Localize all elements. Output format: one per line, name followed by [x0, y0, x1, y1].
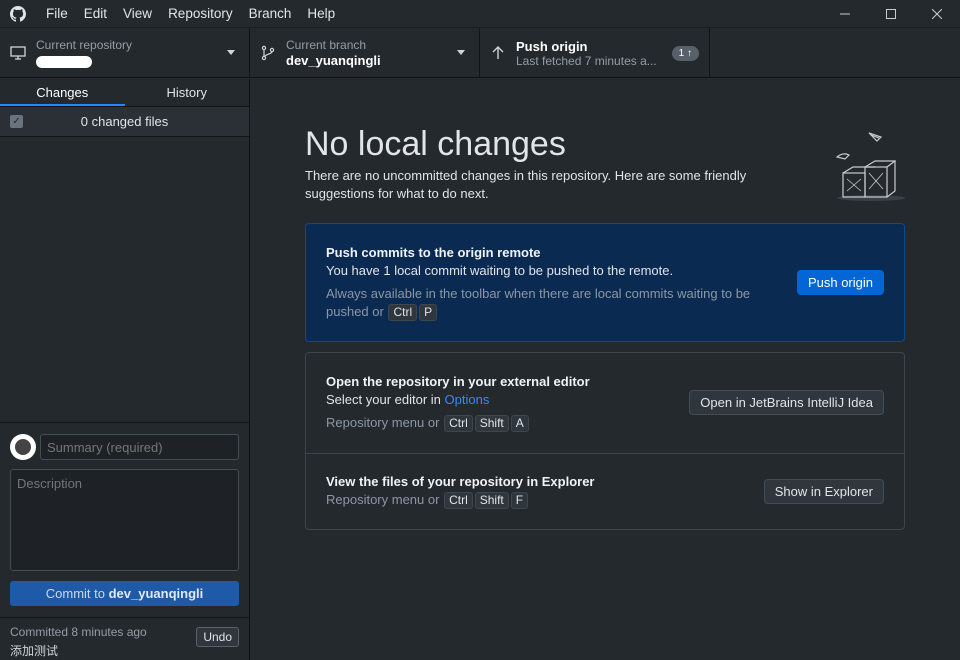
summary-input[interactable] — [40, 434, 239, 460]
github-logo-icon — [10, 5, 26, 22]
push-card-hint: Always available in the toolbar when the… — [326, 285, 776, 321]
editor-card-text: Select your editor in Options — [326, 392, 489, 407]
explorer-card-hint-text: Repository menu or — [326, 492, 440, 507]
editor-card-hint: Repository menu or Ctrl Shift A — [326, 414, 776, 432]
menu-branch[interactable]: Branch — [249, 6, 292, 21]
push-origin-button[interactable]: Push origin — [796, 270, 884, 295]
last-commit-message: 添加测试 — [10, 644, 59, 658]
push-card-text: You have 1 local commit waiting to be pu… — [326, 263, 674, 278]
changed-files-count: 0 changed files — [80, 114, 169, 129]
menu-repository[interactable]: Repository — [168, 6, 233, 21]
arrow-up-icon — [492, 46, 504, 59]
key-f: F — [510, 492, 529, 509]
last-fetched-text: Last fetched 7 minutes a... — [516, 54, 657, 68]
push-origin-label: Push origin — [516, 39, 588, 54]
push-card-title: Push commits to the origin remote — [326, 245, 541, 260]
empty-boxes-illustration — [835, 132, 905, 201]
last-commit-time: Committed 8 minutes ago — [10, 625, 147, 639]
minimize-icon — [840, 13, 850, 15]
key-ctrl: Ctrl — [388, 304, 418, 321]
editor-card-text-prefix: Select your editor in — [326, 392, 441, 407]
undo-button[interactable]: Undo — [196, 627, 239, 647]
commit-button-branch: dev_yuanqingli — [108, 586, 204, 601]
key-a: A — [510, 415, 529, 432]
close-icon — [932, 9, 942, 19]
sidebar-tabs: Changes History — [0, 79, 249, 107]
current-repository-label: Current repository — [36, 38, 133, 52]
key-ctrl: Ctrl — [444, 415, 473, 432]
redacted-repository-name — [36, 56, 92, 68]
description-input[interactable] — [10, 469, 239, 571]
minimize-button[interactable] — [822, 0, 868, 28]
suggestions-card-group: Open the repository in your external edi… — [305, 352, 905, 530]
close-button[interactable] — [914, 0, 960, 28]
menu-view[interactable]: View — [123, 6, 152, 21]
push-origin-toolbar-button[interactable]: Push origin Last fetched 7 minutes a... … — [480, 28, 710, 78]
editor-card-hint-text: Repository menu or — [326, 415, 440, 430]
sidebar: Changes History ✓ 0 changed files Commit… — [0, 79, 250, 660]
maximize-button[interactable] — [868, 0, 914, 28]
page-title: No local changes — [305, 125, 566, 163]
chevron-down-icon — [227, 50, 235, 55]
github-desktop-window: File Edit View Repository Branch Help Cu… — [0, 0, 960, 660]
key-p: P — [419, 304, 438, 321]
select-all-checkbox[interactable]: ✓ — [10, 115, 23, 128]
commit-button-prefix: Commit to — [45, 586, 105, 601]
current-repository-dropdown[interactable]: Current repository — [0, 28, 250, 78]
key-shift: Shift — [474, 492, 509, 509]
page-subtitle: There are no uncommitted changes in this… — [305, 168, 747, 201]
git-branch-icon — [261, 45, 275, 61]
current-branch-label: Current branch — [286, 38, 367, 52]
tab-history[interactable]: History — [125, 79, 250, 106]
menu-file[interactable]: File — [46, 6, 68, 21]
key-ctrl: Ctrl — [444, 492, 473, 509]
explorer-card-hint: Repository menu or Ctrl Shift F — [326, 491, 776, 509]
push-commits-card: Push commits to the origin remote You ha… — [305, 223, 905, 342]
avatar — [10, 434, 36, 460]
current-branch-value: dev_yuanqingli — [286, 53, 381, 68]
tab-changes[interactable]: Changes — [0, 79, 125, 106]
changed-files-header: ✓ 0 changed files — [0, 107, 249, 137]
card-divider — [306, 453, 904, 454]
commit-button[interactable]: Commit to dev_yuanqingli — [10, 581, 239, 606]
computer-icon — [10, 46, 26, 60]
menu-help[interactable]: Help — [307, 6, 335, 21]
current-branch-dropdown[interactable]: Current branch dev_yuanqingli — [250, 28, 480, 78]
key-shift: Shift — [474, 415, 509, 432]
explorer-card-title: View the files of your repository in Exp… — [326, 474, 595, 489]
toolbar: Current repository Current branch dev_yu… — [0, 28, 960, 78]
title-bar: File Edit View Repository Branch Help — [0, 0, 960, 28]
chevron-down-icon — [457, 50, 465, 55]
main-content: No local changes There are no uncommitte… — [250, 79, 960, 660]
options-link[interactable]: Options — [445, 392, 490, 407]
editor-card-title: Open the repository in your external edi… — [326, 374, 590, 389]
maximize-icon — [886, 9, 896, 19]
commits-ahead-badge: 1 ↑ — [671, 46, 699, 61]
last-commit-panel: Committed 8 minutes ago 添加测试 Undo — [0, 617, 249, 660]
window-controls — [822, 0, 960, 28]
open-in-editor-button[interactable]: Open in JetBrains IntelliJ Idea — [689, 390, 884, 415]
show-in-explorer-button[interactable]: Show in Explorer — [763, 479, 884, 504]
menu-edit[interactable]: Edit — [84, 6, 107, 21]
commit-message-area: Commit to dev_yuanqingli — [0, 422, 249, 617]
